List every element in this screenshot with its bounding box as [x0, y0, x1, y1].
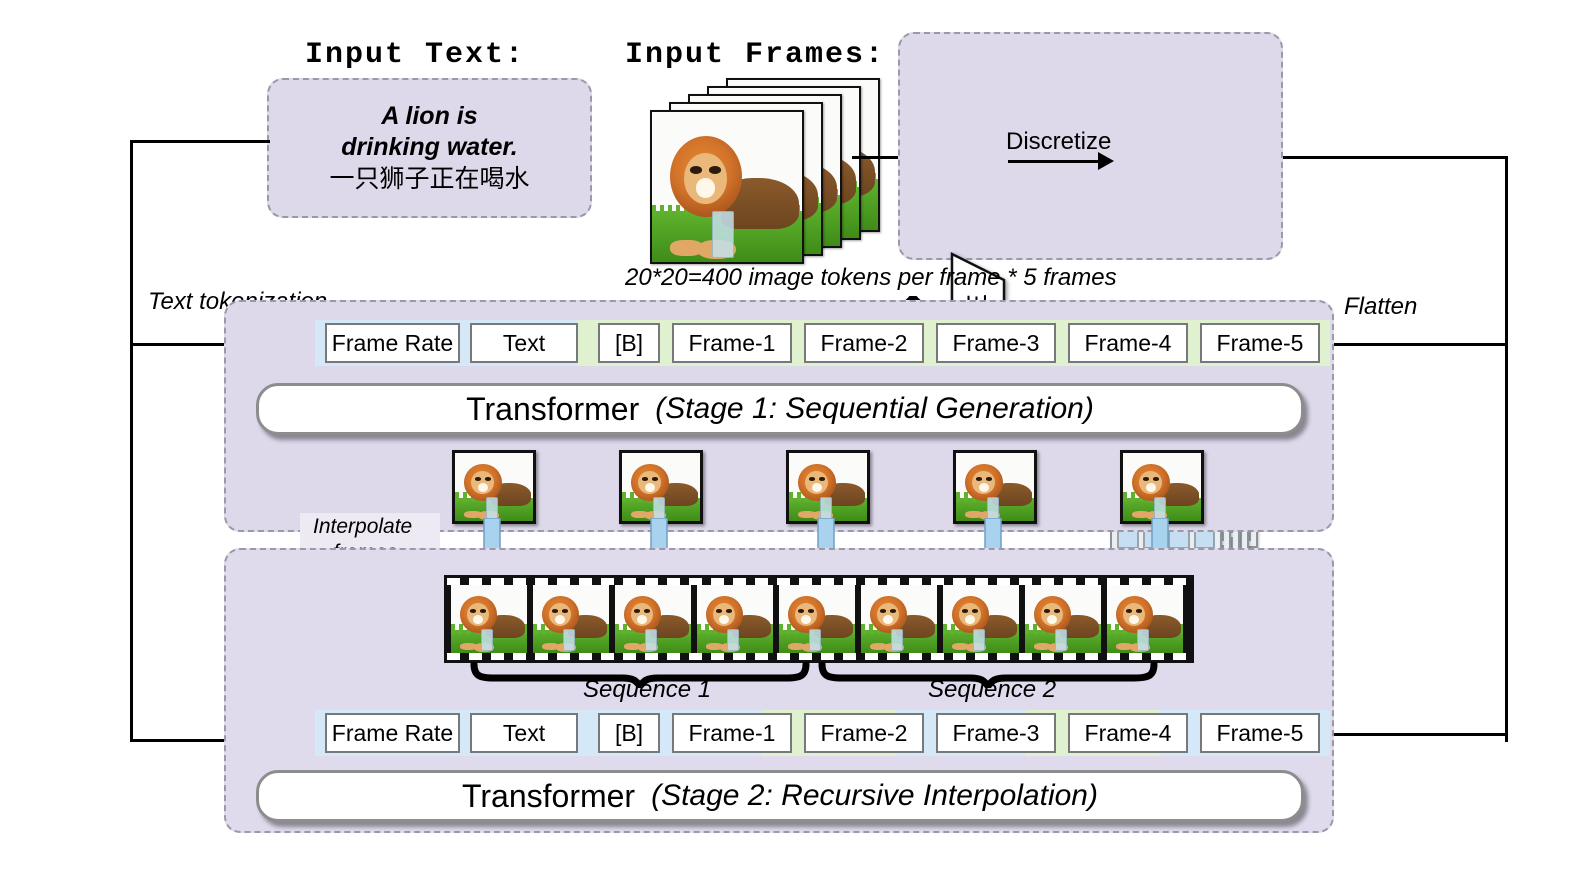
film-frame [615, 585, 691, 653]
stage1-token-frame-5[interactable]: Frame-5 [1200, 323, 1320, 363]
stage1-transformer-name: Transformer [466, 390, 640, 427]
flatten-to-stage1-line [1332, 343, 1508, 346]
stage2-token-row: Frame Rate Text [B] Frame-1 Frame-2 Fram… [315, 710, 1330, 756]
flatten-top-line [1283, 156, 1508, 159]
stage1-token-b[interactable]: [B] [598, 323, 660, 363]
input-text-line3: 一只狮子正在喝水 [329, 164, 530, 194]
generated-frame-2 [619, 450, 703, 524]
stage2-transformer-bar[interactable]: Transformer (Stage 2: Recursive Interpol… [256, 770, 1304, 822]
stage1-token-text[interactable]: Text [470, 323, 578, 363]
film-frame [1107, 585, 1183, 653]
stage2-token-frame-3[interactable]: Frame-3 [936, 713, 1056, 753]
film-frame [451, 585, 527, 653]
stage2-token-frame-4[interactable]: Frame-4 [1068, 713, 1188, 753]
stage2-token-frame-2[interactable]: Frame-2 [804, 713, 924, 753]
interpolate-label-line1: Interpolate [313, 515, 413, 538]
input-text-box: A lion is drinking water. 一只狮子正在喝水 [267, 78, 592, 218]
input-text-line1: A lion is [381, 102, 478, 131]
flatten-vertical-line [1505, 156, 1508, 742]
text-left-vertical-line [130, 140, 133, 742]
sequence-1-label: Sequence 1 [583, 676, 712, 703]
film-strip [444, 575, 1194, 663]
film-frame [533, 585, 609, 653]
stage2-token-frame-rate[interactable]: Frame Rate [325, 713, 460, 753]
stage1-token-frame-1[interactable]: Frame-1 [672, 323, 792, 363]
flatten-to-stage2-line [1332, 733, 1508, 736]
discretize-line [1008, 160, 1098, 163]
flatten-label: Flatten [1344, 293, 1418, 320]
film-frame [943, 585, 1019, 653]
input-frame-card-front [650, 110, 804, 264]
sequence-2-label: Sequence 2 [928, 676, 1057, 703]
stage1-transformer-stage: (Stage 1: Sequential Generation) [655, 392, 1094, 425]
stage1-token-frame-2[interactable]: Frame-2 [804, 323, 924, 363]
stage1-transformer-bar[interactable]: Transformer (Stage 1: Sequential Generat… [256, 383, 1304, 435]
stage2-token-frame-1[interactable]: Frame-1 [672, 713, 792, 753]
discretize-label: Discretize [1006, 128, 1112, 155]
generated-frame-3 [786, 450, 870, 524]
generated-frame-1 [452, 450, 536, 524]
stage2-transformer-stage: (Stage 2: Recursive Interpolation) [651, 779, 1098, 812]
film-perforations-top [447, 578, 1191, 585]
stage1-token-row: Frame Rate Text [B] Frame-1 Frame-2 Fram… [315, 320, 1330, 366]
stage2-token-text[interactable]: Text [470, 713, 578, 753]
stage2-token-frame-5[interactable]: Frame-5 [1200, 713, 1320, 753]
film-frame [861, 585, 937, 653]
text-to-left-line [130, 140, 270, 143]
stage1-token-frame-4[interactable]: Frame-4 [1068, 323, 1188, 363]
generated-frame-4 [953, 450, 1037, 524]
stage1-token-frame-3[interactable]: Frame-3 [936, 323, 1056, 363]
input-frames-stack [650, 78, 880, 264]
film-frame [1025, 585, 1101, 653]
input-frames-header: Input Frames: [625, 38, 886, 72]
generated-frame-5 [1120, 450, 1204, 524]
tokens-note: 20*20=400 image tokens per frame * 5 fra… [625, 264, 1117, 291]
film-frame [779, 585, 855, 653]
input-text-line2: drinking water. [341, 132, 518, 161]
film-frame [697, 585, 773, 653]
stage2-transformer-name: Transformer [462, 777, 636, 814]
discretize-arrowhead [1098, 152, 1114, 170]
film-perforations-bottom [447, 653, 1191, 660]
stage2-token-b[interactable]: [B] [598, 713, 660, 753]
input-text-header: Input Text: [305, 38, 526, 72]
stage1-token-frame-rate[interactable]: Frame Rate [325, 323, 460, 363]
